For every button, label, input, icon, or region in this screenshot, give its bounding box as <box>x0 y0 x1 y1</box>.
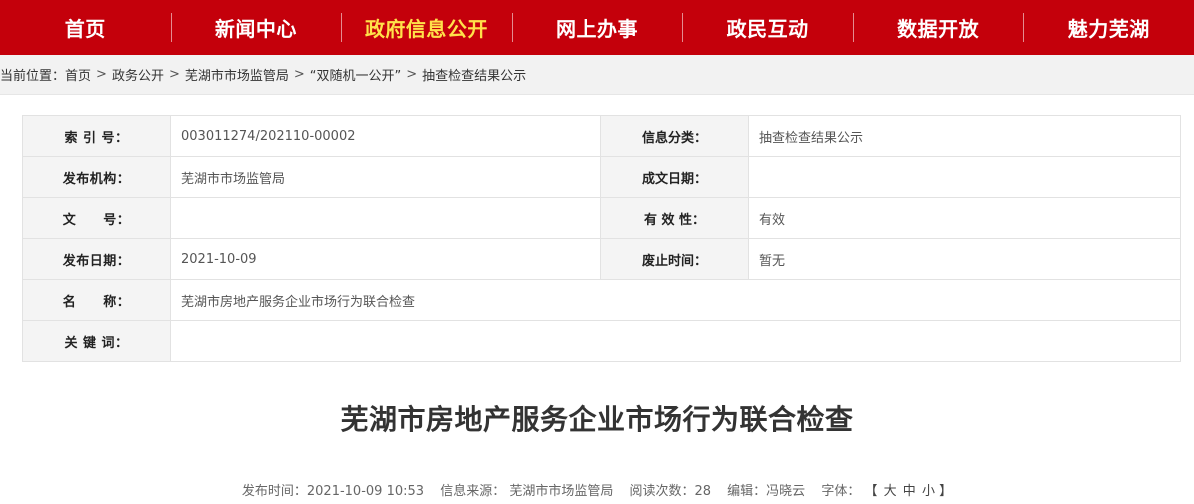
nav-item-open-data[interactable]: 数据开放 <box>852 0 1024 55</box>
breadcrumb-market-bureau[interactable]: 芜湖市市场监管局 <box>185 65 289 84</box>
keywords-label: 关 键 词： <box>22 320 171 362</box>
nav-item-interaction[interactable]: 政民互动 <box>682 0 853 55</box>
document-info-table: 索 引 号： 003011274/202110-00002 信息分类： 抽查检查… <box>22 115 1181 362</box>
doc-no-label: 文 号： <box>22 197 171 239</box>
publisher-value: 芜湖市市场监管局 <box>170 156 601 198</box>
breadcrumb-home[interactable]: 首页 <box>65 65 91 84</box>
nav-item-gov-info[interactable]: 政府信息公开 <box>341 0 512 55</box>
validity-label: 有 效 性： <box>600 197 749 239</box>
font-size-label: 字体： <box>821 484 861 499</box>
breadcrumb-inspection-results[interactable]: 抽查检查结果公示 <box>422 65 526 84</box>
editor: 编辑：冯晓云 <box>727 484 806 499</box>
breadcrumb-separator: > <box>96 67 107 82</box>
publish-time: 发布时间：2021-10-09 10:53 <box>241 484 425 499</box>
info-source: 信息来源： 芜湖市市场监管局 <box>440 484 614 499</box>
font-bracket-open: 【 <box>864 484 878 499</box>
breadcrumb-gov-affairs[interactable]: 政务公开 <box>112 65 164 84</box>
keywords-value <box>170 320 1181 362</box>
main-nav: 首页 新闻中心 政府信息公开 网上办事 政民互动 数据开放 魅力芜湖 <box>0 0 1194 55</box>
written-date-value <box>748 156 1181 198</box>
table-row: 发布机构： 芜湖市市场监管局 成文日期： <box>22 156 1181 198</box>
font-size-medium-button[interactable]: 中 <box>903 480 916 499</box>
publisher-label: 发布机构： <box>22 156 171 198</box>
category-value: 抽查检查结果公示 <box>748 115 1181 157</box>
breadcrumb-prefix: 当前位置： <box>0 69 66 84</box>
breadcrumb-double-random[interactable]: “双随机一公开” <box>310 65 401 84</box>
table-row: 文 号： 有 效 性： 有效 <box>22 197 1181 239</box>
nav-item-online-services[interactable]: 网上办事 <box>511 0 683 55</box>
expiry-value: 暂无 <box>748 238 1181 280</box>
written-date-label: 成文日期： <box>600 156 749 198</box>
publish-date-label: 发布日期： <box>22 238 171 280</box>
font-bracket-close: 】 <box>939 484 953 499</box>
view-count: 阅读次数：28 <box>629 484 712 499</box>
breadcrumb-separator: > <box>168 67 180 82</box>
article-title: 芜湖市房地产服务企业市场行为联合检查 <box>340 403 854 436</box>
doc-no-value <box>170 197 601 239</box>
name-value: 芜湖市房地产服务企业市场行为联合检查 <box>170 279 1181 321</box>
index-label: 索 引 号： <box>22 115 171 157</box>
name-label: 名 称： <box>22 279 171 321</box>
category-label: 信息分类： <box>600 115 749 157</box>
table-row: 发布日期： 2021-10-09 废止时间： 暂无 <box>22 238 1181 280</box>
breadcrumb-separator: > <box>406 67 418 82</box>
validity-value: 有效 <box>748 197 1181 239</box>
publish-date-value: 2021-10-09 <box>170 238 601 280</box>
table-row: 索 引 号： 003011274/202110-00002 信息分类： 抽查检查… <box>22 115 1181 157</box>
table-row: 名 称： 芜湖市房地产服务企业市场行为联合检查 <box>22 279 1181 321</box>
table-row: 关 键 词： <box>22 320 1181 362</box>
breadcrumb: 当前位置： 首页 > 政务公开 > 芜湖市市场监管局 > “双随机一公开” > … <box>0 55 1194 95</box>
nav-item-home[interactable]: 首页 <box>0 0 171 55</box>
breadcrumb-separator: > <box>293 67 305 82</box>
font-size-large-button[interactable]: 大 <box>884 480 897 499</box>
expiry-label: 废止时间： <box>600 238 749 280</box>
font-size-small-button[interactable]: 小 <box>922 480 935 499</box>
article-meta: 发布时间：2021-10-09 10:53 信息来源： 芜湖市市场监管局 阅读次… <box>0 480 1194 499</box>
index-value: 003011274/202110-00002 <box>170 115 601 157</box>
nav-item-charm-wuhu[interactable]: 魅力芜湖 <box>1023 0 1194 55</box>
nav-item-news[interactable]: 新闻中心 <box>170 0 342 55</box>
